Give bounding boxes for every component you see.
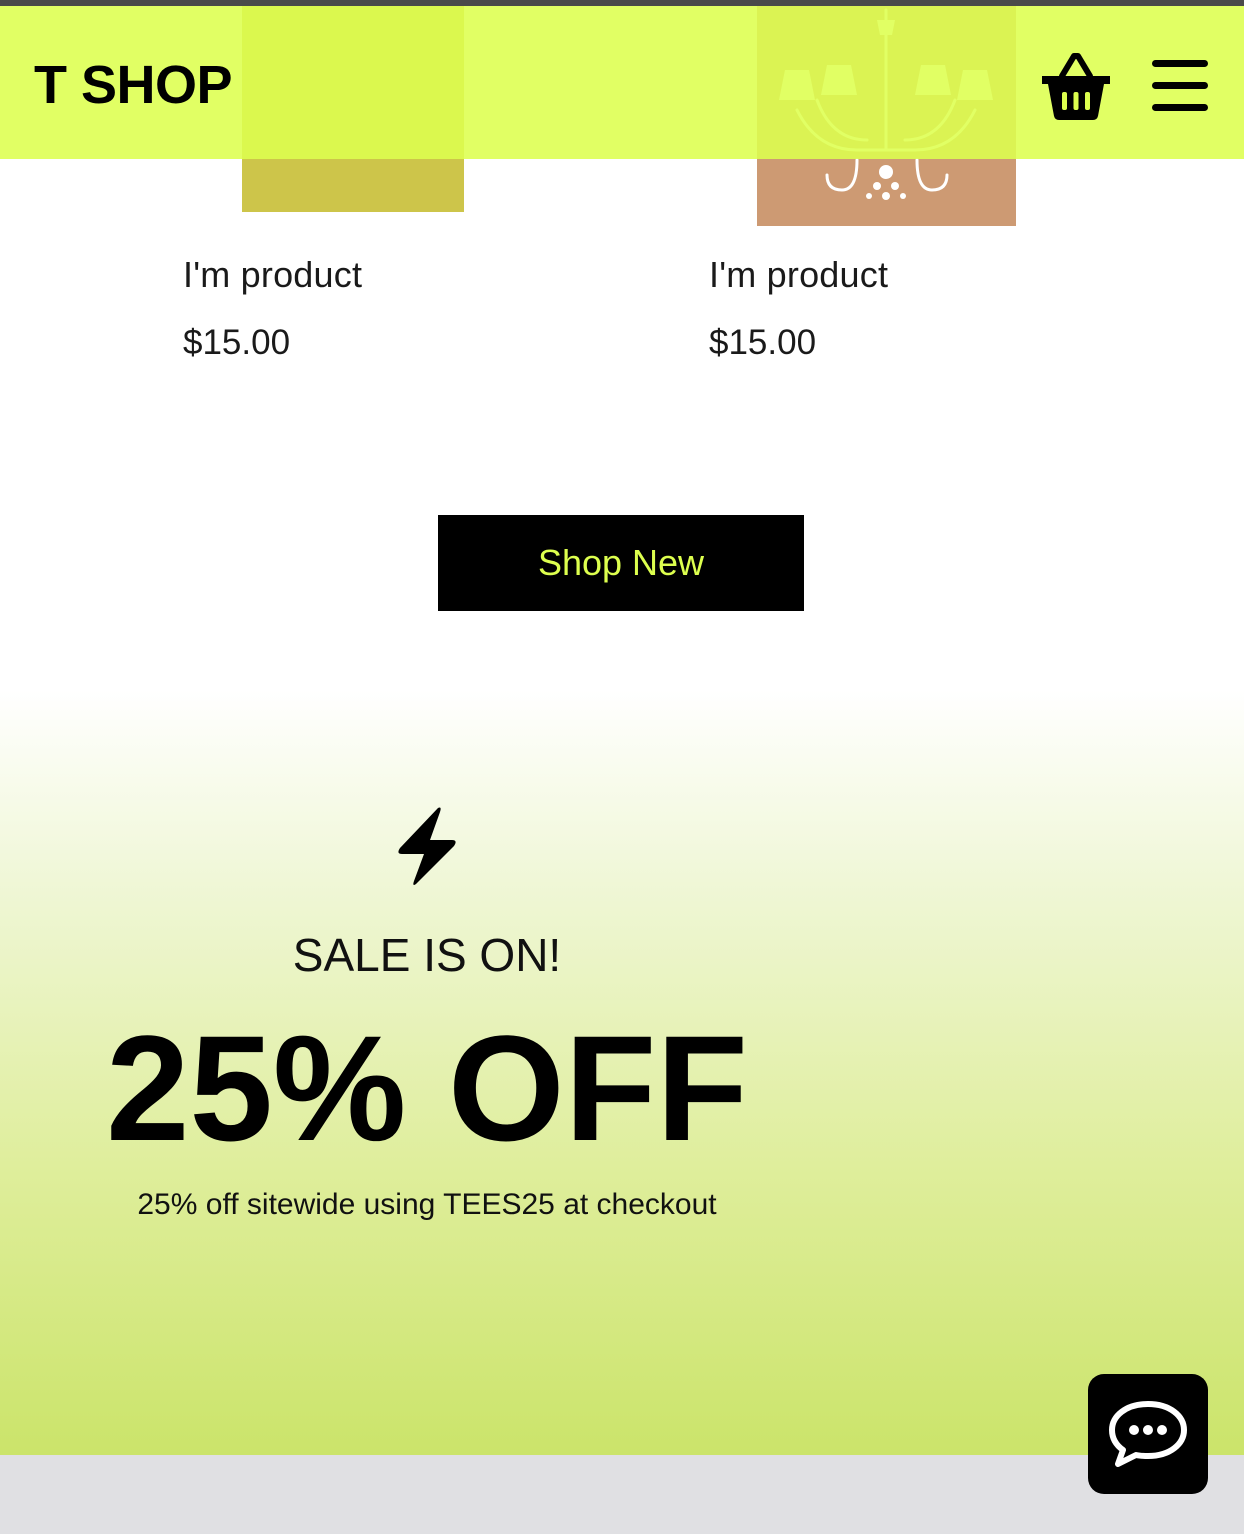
sale-detail: 25% off sitewide using TEES25 at checkou… bbox=[137, 1188, 717, 1221]
hamburger-menu-icon[interactable] bbox=[1150, 58, 1210, 112]
chat-button[interactable] bbox=[1088, 1374, 1208, 1494]
product-price: $15.00 bbox=[183, 323, 291, 362]
menu-line bbox=[1152, 60, 1208, 67]
browser-top-edge bbox=[0, 0, 1244, 6]
shopping-basket-icon[interactable] bbox=[1038, 50, 1114, 122]
chat-bubble-icon bbox=[1109, 1401, 1187, 1467]
sale-section: SALE IS ON! 25% OFF 25% off sitewide usi… bbox=[0, 690, 1244, 1455]
site-header: T SHOP bbox=[0, 6, 1244, 159]
product-name[interactable]: I'm product bbox=[183, 254, 362, 296]
product-name[interactable]: I'm product bbox=[709, 254, 888, 296]
menu-line bbox=[1152, 104, 1208, 111]
product-price: $15.00 bbox=[709, 323, 817, 362]
shop-new-button[interactable]: Shop New bbox=[438, 515, 804, 611]
page: I'm product $15.00 I'm product $15.00 T … bbox=[0, 0, 1244, 1534]
sale-label: SALE IS ON! bbox=[292, 929, 562, 981]
footer-strip bbox=[0, 1455, 1244, 1534]
menu-line bbox=[1152, 82, 1208, 89]
sale-headline: 25% OFF bbox=[106, 1004, 748, 1172]
lightning-bolt-icon bbox=[394, 804, 460, 888]
logo[interactable]: T SHOP bbox=[34, 54, 233, 116]
